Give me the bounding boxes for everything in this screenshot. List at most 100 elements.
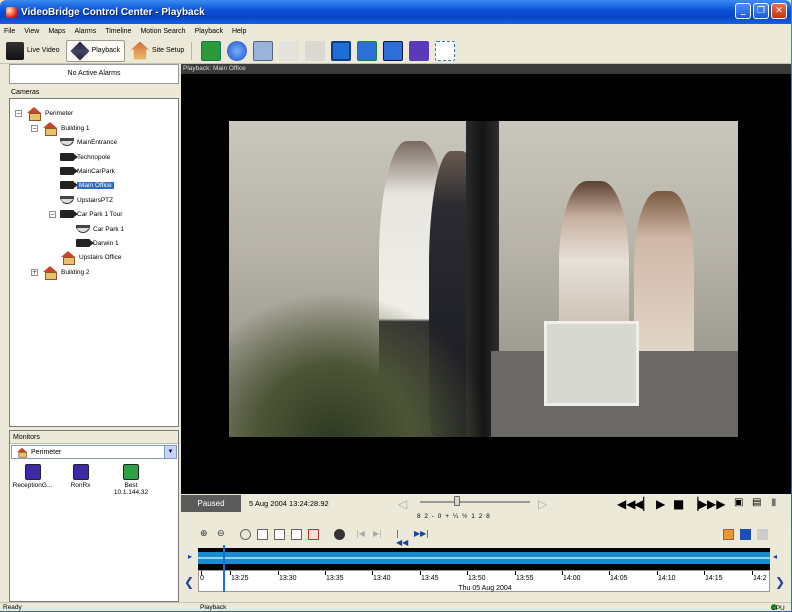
filter-icon[interactable] bbox=[757, 529, 768, 540]
chevron-down-icon[interactable]: ▼ bbox=[164, 446, 176, 458]
camera-icon bbox=[6, 41, 24, 60]
frame-forward-icon[interactable]: ▕▶ bbox=[689, 497, 707, 511]
house-icon bbox=[16, 447, 27, 458]
prev-event-icon[interactable]: |◀ bbox=[356, 529, 367, 540]
cut-icon[interactable] bbox=[279, 40, 300, 61]
timeline-cursor[interactable] bbox=[223, 545, 225, 592]
live-video-label: Live Video bbox=[27, 47, 60, 54]
layout-icon[interactable] bbox=[253, 40, 274, 61]
snapshot-icon[interactable]: ▣ bbox=[734, 497, 743, 508]
tree-node-technopole[interactable]: Technopole bbox=[60, 151, 110, 163]
refresh-icon[interactable] bbox=[201, 40, 222, 61]
jump-end-icon[interactable]: ▶▶| bbox=[414, 529, 429, 540]
zoom-in-icon[interactable]: ⊕ bbox=[200, 529, 211, 540]
monitors-panel: Monitors Perimeter ▼ ReceptionG... RonRx… bbox=[9, 430, 179, 602]
camera-icon bbox=[76, 239, 94, 247]
jump-start-icon[interactable]: |◀◀ bbox=[396, 529, 408, 547]
video-frame[interactable] bbox=[229, 121, 738, 437]
monitor-item[interactable]: Best 10.1.144.32 bbox=[106, 464, 156, 496]
export-icon[interactable]: ▤ bbox=[752, 497, 761, 508]
close-button[interactable]: ✕ bbox=[771, 3, 787, 19]
tick-label: 13:30 bbox=[279, 575, 297, 582]
fullscreen-icon[interactable] bbox=[435, 40, 456, 61]
timeline-track[interactable] bbox=[198, 548, 770, 570]
main-window: VideoBridge Control Center - Playback _ … bbox=[0, 0, 791, 612]
title-bar[interactable]: VideoBridge Control Center - Playback _ … bbox=[0, 0, 791, 24]
monitor-item[interactable]: ReceptionG... bbox=[10, 464, 55, 489]
monitor-icon bbox=[24, 464, 41, 480]
site-setup-button[interactable]: Site Setup bbox=[127, 40, 188, 62]
expand-building-2[interactable]: + bbox=[31, 269, 38, 276]
monitor-icon bbox=[123, 464, 139, 480]
calendar-7-icon[interactable] bbox=[274, 529, 285, 540]
grid-1-icon[interactable] bbox=[305, 40, 326, 61]
frame-back-icon[interactable]: ◀▏ bbox=[634, 497, 652, 511]
tree-node-upstairsptz[interactable]: UpstairsPTZ bbox=[60, 194, 113, 206]
next-event-icon[interactable]: ▶| bbox=[373, 529, 384, 540]
menu-file[interactable]: File bbox=[4, 28, 15, 35]
alarms-panel: No Active Alarms bbox=[9, 64, 179, 84]
speed-slider[interactable] bbox=[420, 501, 530, 503]
menu-maps[interactable]: Maps bbox=[48, 28, 65, 35]
menu-view[interactable]: View bbox=[24, 28, 39, 35]
calendar-31-icon[interactable] bbox=[291, 529, 302, 540]
fast-forward-icon[interactable]: ▶▶ bbox=[707, 497, 725, 511]
maximize-button[interactable]: ❐ bbox=[753, 3, 769, 19]
grid-clock-icon[interactable] bbox=[357, 40, 378, 61]
monitor-item[interactable]: RonRx bbox=[58, 464, 103, 489]
tree-node-upstairs-office[interactable]: Upstairs Office bbox=[60, 251, 122, 265]
tree-node-main-office[interactable]: Main Office bbox=[60, 179, 114, 191]
grid-person-icon[interactable] bbox=[409, 40, 430, 61]
menu-playback[interactable]: Playback bbox=[195, 28, 223, 35]
menu-motion-search[interactable]: Motion Search bbox=[140, 28, 185, 35]
timeline-scroll-left-icon[interactable]: ❮ bbox=[184, 575, 194, 589]
playback-button[interactable]: Playback bbox=[65, 39, 125, 62]
tree-node-mainentrance[interactable]: MainEntrance bbox=[60, 136, 117, 148]
step-back-icon[interactable]: ◁ bbox=[398, 497, 407, 511]
grid-4-icon[interactable] bbox=[383, 40, 404, 61]
person-search-icon[interactable] bbox=[740, 529, 751, 540]
tree-node-car-park-1[interactable]: Car Park 1 bbox=[76, 223, 124, 235]
minimize-button[interactable]: _ bbox=[735, 3, 751, 19]
menu-alarms[interactable]: Alarms bbox=[74, 28, 96, 35]
help-icon[interactable] bbox=[227, 40, 248, 61]
clock-icon[interactable] bbox=[240, 529, 251, 540]
tree-node-darwin-1[interactable]: Darwin 1 bbox=[76, 237, 119, 249]
timeline-ruler[interactable]: 0 13:25 13:30 13:35 13:40 13:45 13:50 13… bbox=[198, 570, 770, 592]
stop-icon[interactable]: ■ bbox=[673, 497, 684, 511]
rewind-icon[interactable]: ◀◀ bbox=[617, 497, 635, 511]
volume-icon[interactable]: ▮ bbox=[771, 497, 777, 508]
playback-state: Paused bbox=[181, 495, 241, 512]
tick-label: 13:40 bbox=[373, 575, 391, 582]
toolbar: Live Video Playback Site Setup bbox=[0, 38, 791, 64]
calendar-range-icon[interactable] bbox=[308, 529, 319, 540]
tree-node-building-2[interactable]: Building 2 bbox=[42, 266, 90, 280]
bookmark-icon[interactable] bbox=[723, 529, 734, 540]
step-forward-icon[interactable]: ▷ bbox=[538, 497, 547, 511]
menu-timeline[interactable]: Timeline bbox=[105, 28, 131, 35]
expand-car-park-tour[interactable]: − bbox=[49, 211, 56, 218]
cpu-indicator: CPU bbox=[771, 604, 785, 612]
timeline-scroll-right-icon[interactable]: ❯ bbox=[775, 575, 785, 589]
camera-icon bbox=[60, 167, 78, 175]
calendar-1-icon[interactable] bbox=[257, 529, 268, 540]
tree-node-car-park-1-tour[interactable]: Car Park 1 Tour bbox=[60, 208, 122, 220]
speed-slider-handle[interactable] bbox=[454, 496, 460, 506]
tree-node-perimeter[interactable]: Perimeter bbox=[26, 107, 73, 121]
single-view-icon[interactable] bbox=[331, 40, 352, 61]
motion-icon[interactable] bbox=[334, 529, 345, 540]
live-video-button[interactable]: Live Video bbox=[2, 40, 64, 62]
monitors-header: Monitors bbox=[10, 431, 178, 444]
play-icon[interactable]: ▶ bbox=[656, 497, 665, 511]
menu-help[interactable]: Help bbox=[232, 28, 246, 35]
tree-node-building-1[interactable]: Building 1 bbox=[42, 122, 90, 136]
zoom-out-icon[interactable]: ⊖ bbox=[217, 529, 228, 540]
app-icon bbox=[6, 6, 17, 18]
monitor-group-select[interactable]: Perimeter ▼ bbox=[11, 445, 177, 459]
expand-perimeter[interactable]: − bbox=[15, 110, 22, 117]
tick-label: 0 bbox=[200, 575, 204, 582]
tree-node-maincarpark[interactable]: MainCarPark bbox=[60, 165, 115, 177]
house-icon bbox=[60, 251, 76, 265]
camera-icon bbox=[60, 181, 78, 189]
expand-building-1[interactable]: − bbox=[31, 125, 38, 132]
